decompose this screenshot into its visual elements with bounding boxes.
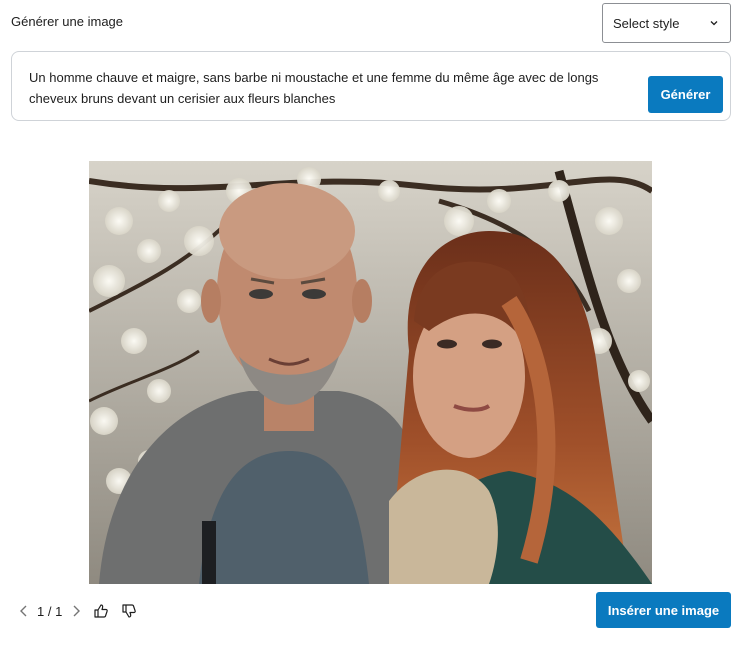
chevron-down-icon — [708, 17, 720, 29]
prompt-box[interactable]: Un homme chauve et maigre, sans barbe ni… — [11, 51, 731, 121]
style-select-label: Select style — [613, 15, 680, 31]
style-select[interactable]: Select style — [602, 3, 731, 43]
page-title: Générer une image — [11, 14, 124, 29]
generate-button[interactable]: Générer — [648, 76, 723, 113]
generated-image — [89, 161, 652, 584]
chevron-right-icon[interactable] — [70, 603, 82, 619]
thumbs-up-icon[interactable] — [92, 602, 110, 620]
chevron-left-icon[interactable] — [17, 603, 29, 619]
prompt-text[interactable]: Un homme chauve et maigre, sans barbe ni… — [29, 67, 619, 109]
image-footer: 1 / 1 Insérer une image — [0, 592, 745, 628]
pager: 1 / 1 — [17, 602, 138, 620]
insert-image-button[interactable]: Insérer une image — [596, 592, 731, 628]
page-counter: 1 / 1 — [37, 603, 63, 619]
thumbs-down-icon[interactable] — [120, 602, 138, 620]
